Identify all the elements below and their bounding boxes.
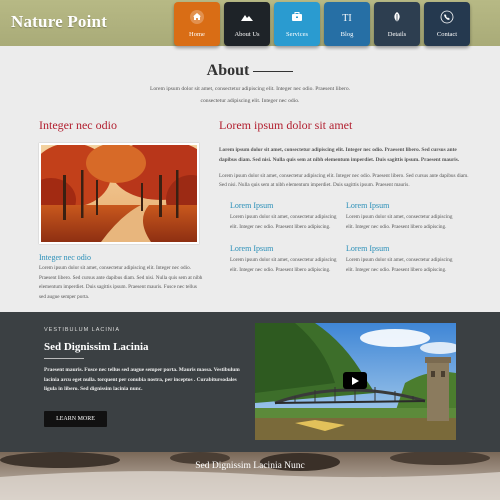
nav-home[interactable]: Home	[174, 2, 220, 46]
right-column: Lorem ipsum dolor sit amet Lorem ipsum d…	[219, 118, 469, 189]
nav-contact-label: Contact	[436, 31, 458, 38]
bridge-video[interactable]	[255, 323, 456, 440]
mountain-icon	[240, 10, 254, 24]
left-column: Integer nec odio Integer nec odio Lorem …	[39, 118, 202, 302]
feature-paragraph: Praesent mauris. Fusce nec tellus sed au…	[44, 367, 240, 392]
grid-item-text: Lorem ipsum dolor sit amet, consectetur …	[230, 257, 337, 273]
main-nav: Home About Us Services TI Blog Details C…	[174, 2, 470, 46]
left-paragraph: Lorem ipsum dolor sit amet, consectetur …	[39, 265, 203, 300]
nav-details[interactable]: Details	[374, 2, 420, 46]
nav-services-label: Services	[285, 31, 309, 38]
bottom-title: Sed Dignissim Lacinia Nunc	[195, 461, 305, 471]
leaf-icon	[390, 10, 404, 24]
nav-services[interactable]: Services	[274, 2, 320, 46]
learn-more-button[interactable]: LEARN MORE	[44, 411, 107, 427]
right-heading: Lorem ipsum dolor sit amet	[219, 118, 353, 132]
nav-about[interactable]: About Us	[224, 2, 270, 46]
left-subheading[interactable]: Integer nec odio	[39, 253, 199, 262]
about-intro-line-2: consectetur adipiscing elit. Integer nec…	[200, 98, 300, 104]
briefcase-icon	[290, 10, 304, 24]
feature-divider	[44, 358, 84, 359]
phone-icon	[440, 10, 454, 24]
about-heading: About	[0, 62, 500, 80]
feature-title: Sed Dignissim Lacinia	[44, 341, 149, 353]
play-icon	[352, 376, 359, 385]
nav-blog-label: Blog	[340, 31, 354, 38]
grid-item: Lorem Ipsum Lorem ipsum dolor sit amet, …	[230, 201, 340, 232]
title-divider	[253, 70, 294, 72]
bottom-banner	[0, 452, 500, 500]
grid-item-title[interactable]: Lorem Ipsum	[230, 201, 340, 210]
about-intro-line-1: Lorem ipsum dolor sit amet, consectetur …	[149, 86, 351, 92]
grid-item-text: Lorem ipsum dolor sit amet, consectetur …	[346, 214, 453, 230]
about-title-text: About	[206, 62, 250, 79]
nav-home-label: Home	[189, 31, 205, 38]
right-paragraph: Lorem ipsum dolor sit amet, consectetur …	[219, 173, 469, 188]
grid-item: Lorem Ipsum Lorem ipsum dolor sit amet, …	[346, 201, 456, 232]
grid-item: Lorem Ipsum Lorem ipsum dolor sit amet, …	[346, 244, 456, 275]
text-icon: TI	[340, 10, 354, 24]
feature-kicker: VESTIBULUM LACINIA	[44, 327, 121, 333]
nav-blog[interactable]: TI Blog	[324, 2, 370, 46]
grid-item-title[interactable]: Lorem Ipsum	[346, 244, 456, 253]
grid-item-title[interactable]: Lorem Ipsum	[230, 244, 340, 253]
grid-item-text: Lorem ipsum dolor sit amet, consectetur …	[346, 257, 453, 273]
svg-text:TI: TI	[342, 13, 351, 24]
home-icon	[190, 10, 204, 24]
nav-about-label: About Us	[234, 31, 260, 38]
nav-contact[interactable]: Contact	[424, 2, 470, 46]
grid-item-text: Lorem ipsum dolor sit amet, consectetur …	[230, 214, 337, 230]
grid-item: Lorem Ipsum Lorem ipsum dolor sit amet, …	[230, 244, 340, 275]
grid-item-title[interactable]: Lorem Ipsum	[346, 201, 456, 210]
left-heading: Integer nec odio	[39, 118, 117, 132]
nav-details-label: Details	[387, 31, 407, 38]
site-logo[interactable]: Nature Point	[11, 12, 107, 32]
play-button[interactable]	[343, 372, 367, 389]
right-bold-paragraph: Lorem ipsum dolor sit amet, consectetur …	[219, 147, 460, 163]
autumn-forest-image	[39, 143, 199, 244]
